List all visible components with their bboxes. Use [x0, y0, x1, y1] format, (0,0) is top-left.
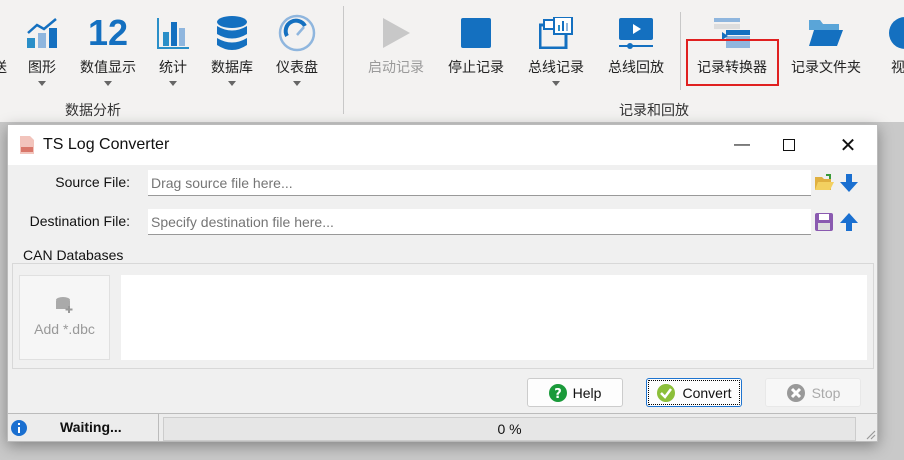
play-icon: [356, 10, 436, 56]
arrow-down-icon: [839, 173, 858, 192]
stop-button[interactable]: Stop: [765, 378, 861, 407]
convert-button[interactable]: Convert: [646, 378, 742, 407]
add-dbc-button[interactable]: Add *.dbc: [19, 275, 110, 360]
group-label-logging: 记录和回放: [619, 102, 689, 118]
log-file-icon: [20, 136, 34, 154]
progress-bar: 0 %: [163, 417, 856, 441]
ribbon-bus-replay[interactable]: 总线回放: [596, 10, 676, 78]
source-row: Source File:: [8, 170, 877, 196]
database-add-icon: [55, 297, 72, 313]
ribbon-start-logging[interactable]: 启动记录: [356, 10, 436, 78]
destination-file-input[interactable]: [148, 209, 811, 235]
source-label: Source File:: [55, 174, 130, 190]
bus-replay-icon: [596, 10, 676, 56]
destination-row: Destination File:: [8, 209, 877, 235]
status-divider: [158, 414, 159, 442]
help-icon: ?: [548, 383, 567, 402]
save-file-button[interactable]: [812, 210, 835, 233]
can-databases-label: CAN Databases: [21, 247, 126, 263]
resize-grip-icon[interactable]: [864, 428, 876, 440]
ribbon-separator: [343, 6, 344, 114]
open-folder-icon: [814, 173, 834, 190]
maximize-button[interactable]: [766, 125, 812, 165]
save-icon: [814, 212, 833, 231]
arrow-up-icon: [839, 212, 858, 231]
progress-text: 0 %: [497, 421, 522, 437]
open-folder-button[interactable]: [812, 171, 835, 194]
help-button[interactable]: ? Help: [527, 378, 623, 407]
stop-icon: [436, 10, 516, 56]
highlight-box: [686, 39, 779, 86]
title-bar[interactable]: TS Log Converter — ✕: [8, 125, 877, 165]
bus-record-icon: [516, 10, 596, 56]
ribbon-separator: [680, 12, 681, 90]
ribbon-bus-record[interactable]: 总线记录: [516, 10, 596, 86]
chevron-down-icon: [552, 81, 560, 86]
log-converter-dialog: TS Log Converter — ✕ Source File: Destin…: [7, 124, 878, 442]
download-button[interactable]: [837, 171, 860, 194]
minimize-button[interactable]: —: [719, 125, 765, 165]
destination-label: Destination File:: [29, 213, 130, 229]
group-label-analysis: 数据分析: [65, 102, 121, 118]
cancel-icon: [786, 383, 805, 402]
chevron-down-icon: [104, 81, 112, 86]
info-icon: [11, 420, 27, 436]
ribbon-log-folder[interactable]: 记录文件夹: [786, 10, 866, 78]
chevron-down-icon: [38, 81, 46, 86]
dialog-title: TS Log Converter: [43, 136, 170, 153]
status-text: Waiting...: [60, 419, 122, 435]
gauge-icon: [257, 10, 337, 56]
folder-icon: [786, 10, 866, 56]
chevron-down-icon: [169, 81, 177, 86]
database-list[interactable]: [121, 275, 867, 360]
check-icon: [657, 383, 676, 402]
svg-text:?: ?: [554, 387, 562, 402]
chevron-down-icon: [293, 81, 301, 86]
ribbon-toolbar: 送 图形 12 数值显示 统计 数据库 仪表盘 数据分析 启动记录 停止记录 总…: [0, 0, 904, 122]
chevron-down-icon: [228, 81, 236, 86]
upload-button[interactable]: [837, 210, 860, 233]
source-file-input[interactable]: [148, 170, 811, 196]
ribbon-stop-logging[interactable]: 停止记录: [436, 10, 516, 78]
close-button[interactable]: ✕: [825, 125, 871, 165]
ribbon-video[interactable]: 视频: [865, 10, 904, 78]
video-icon: [865, 10, 904, 56]
ribbon-dashboard[interactable]: 仪表盘: [257, 10, 337, 86]
status-bar: Waiting... 0 %: [8, 413, 877, 442]
